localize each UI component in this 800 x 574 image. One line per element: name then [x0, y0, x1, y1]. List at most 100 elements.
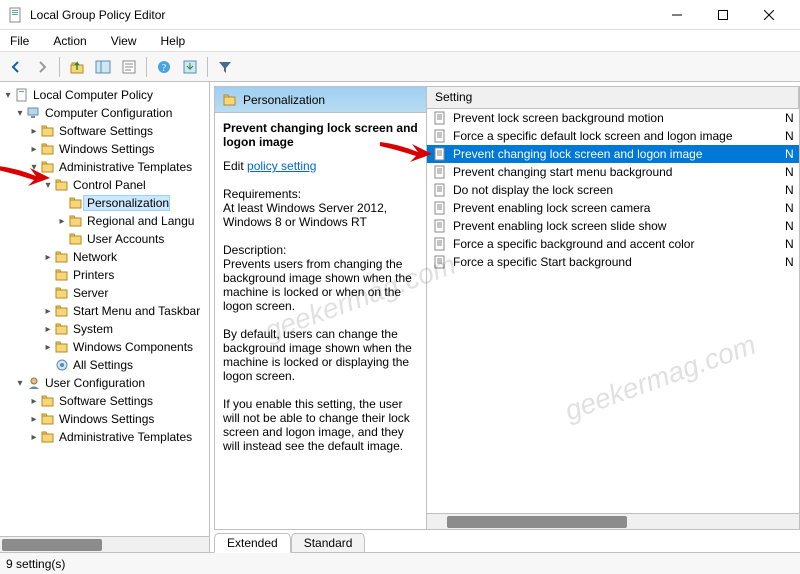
tab-standard[interactable]: Standard: [291, 533, 366, 553]
expand-icon[interactable]: ▸: [42, 252, 54, 263]
tree-label: Printers: [70, 268, 114, 282]
setting-row[interactable]: Force a specific default lock screen and…: [427, 127, 799, 145]
policy-item-icon: [431, 129, 449, 143]
setting-row[interactable]: Force a specific background and accent c…: [427, 235, 799, 253]
collapse-icon[interactable]: ▾: [42, 180, 54, 191]
properties-button[interactable]: [117, 55, 141, 79]
scrollbar-thumb[interactable]: [2, 539, 102, 551]
tree-start-menu[interactable]: ▸ Start Menu and Taskbar: [0, 302, 209, 320]
back-button[interactable]: [4, 55, 28, 79]
menu-file[interactable]: File: [6, 32, 33, 50]
setting-state: N: [785, 219, 795, 233]
svg-text:?: ?: [162, 63, 167, 74]
tree-label: Personalization: [84, 196, 169, 210]
tree-root[interactable]: ▾ Local Computer Policy: [0, 86, 209, 104]
tree-label: Windows Settings: [56, 142, 154, 156]
tree-label: Network: [70, 250, 117, 264]
policy-item-icon: [431, 183, 449, 197]
settings-header: Setting: [427, 87, 799, 109]
tree-panel: ▾ Local Computer Policy ▾ Computer Confi…: [0, 82, 210, 552]
tree-windows-components[interactable]: ▸ Windows Components: [0, 338, 209, 356]
policy-icon: [14, 88, 30, 102]
tree-uc-admin[interactable]: ▸ Administrative Templates: [0, 428, 209, 446]
expand-icon[interactable]: ▸: [28, 414, 40, 425]
setting-row[interactable]: Prevent enabling lock screen cameraN: [427, 199, 799, 217]
menu-help[interactable]: Help: [157, 32, 190, 50]
tree-all-settings[interactable]: All Settings: [0, 356, 209, 374]
tree-uc-software[interactable]: ▸ Software Settings: [0, 392, 209, 410]
setting-row[interactable]: Do not display the lock screenN: [427, 181, 799, 199]
scrollbar-thumb[interactable]: [447, 516, 627, 528]
setting-state: N: [785, 237, 795, 251]
expand-icon[interactable]: ▸: [42, 324, 54, 335]
expand-icon[interactable]: ▸: [28, 432, 40, 443]
setting-label: Force a specific default lock screen and…: [449, 129, 785, 143]
forward-button[interactable]: [30, 55, 54, 79]
tree-software-settings[interactable]: ▸ Software Settings: [0, 122, 209, 140]
settings-hscrollbar[interactable]: [427, 513, 799, 529]
settings-list[interactable]: Prevent lock screen background motionN Fo…: [427, 109, 799, 513]
setting-row[interactable]: Force a specific Start backgroundN: [427, 253, 799, 271]
expand-icon[interactable]: ▸: [42, 306, 54, 317]
tree-label: Regional and Langu: [84, 214, 194, 228]
tree-hscrollbar[interactable]: [0, 536, 209, 552]
tree-uc-windows[interactable]: ▸ Windows Settings: [0, 410, 209, 428]
menu-view[interactable]: View: [107, 32, 141, 50]
folder-icon: [40, 160, 56, 174]
expand-icon[interactable]: ▸: [28, 126, 40, 137]
tree-admin-templates[interactable]: ▾ Administrative Templates: [0, 158, 209, 176]
policy-item-icon: [431, 219, 449, 233]
setting-row[interactable]: Prevent changing start menu backgroundN: [427, 163, 799, 181]
tree-network[interactable]: ▸ Network: [0, 248, 209, 266]
tree-label: Software Settings: [56, 394, 153, 408]
folder-icon: [68, 232, 84, 246]
show-hide-tree-button[interactable]: [91, 55, 115, 79]
close-button[interactable]: [746, 0, 792, 30]
folder-icon: [54, 250, 70, 264]
tree-computer-config[interactable]: ▾ Computer Configuration: [0, 104, 209, 122]
tree-printers[interactable]: Printers: [0, 266, 209, 284]
tree-label: Server: [70, 286, 108, 300]
column-setting[interactable]: Setting: [427, 87, 799, 108]
policy-item-icon: [431, 165, 449, 179]
help-button[interactable]: ?: [152, 55, 176, 79]
setting-row[interactable]: Prevent enabling lock screen slide showN: [427, 217, 799, 235]
tree-system[interactable]: ▸ System: [0, 320, 209, 338]
tree-user-accounts[interactable]: User Accounts: [0, 230, 209, 248]
app-icon: [8, 7, 24, 23]
collapse-icon[interactable]: ▾: [14, 108, 26, 119]
collapse-icon[interactable]: ▾: [28, 162, 40, 173]
settings-icon: [54, 358, 70, 372]
policy-tree[interactable]: ▾ Local Computer Policy ▾ Computer Confi…: [0, 82, 209, 536]
export-button[interactable]: [178, 55, 202, 79]
expand-icon[interactable]: ▸: [28, 144, 40, 155]
tree-regional[interactable]: ▸ Regional and Langu: [0, 212, 209, 230]
tree-control-panel[interactable]: ▾ Control Panel: [0, 176, 209, 194]
description-title: Personalization: [243, 93, 325, 107]
expand-icon[interactable]: ▸: [28, 396, 40, 407]
tree-user-config[interactable]: ▾ User Configuration: [0, 374, 209, 392]
collapse-icon[interactable]: ▾: [14, 378, 26, 389]
setting-row[interactable]: Prevent lock screen background motionN: [427, 109, 799, 127]
expand-icon[interactable]: ▸: [42, 342, 54, 353]
policy-title: Prevent changing lock screen and logon i…: [223, 121, 418, 149]
collapse-icon[interactable]: ▾: [2, 90, 14, 101]
tree-windows-settings[interactable]: ▸ Windows Settings: [0, 140, 209, 158]
filter-button[interactable]: [213, 55, 237, 79]
folder-icon: [54, 340, 70, 354]
menu-action[interactable]: Action: [49, 32, 90, 50]
tree-server[interactable]: Server: [0, 284, 209, 302]
setting-row[interactable]: Prevent changing lock screen and logon i…: [427, 145, 799, 163]
status-text: 9 setting(s): [6, 557, 65, 571]
edit-policy-link[interactable]: policy setting: [247, 159, 316, 173]
maximize-button[interactable]: [700, 0, 746, 30]
setting-label: Force a specific background and accent c…: [449, 237, 785, 251]
tab-extended[interactable]: Extended: [214, 533, 291, 553]
expand-icon[interactable]: ▸: [56, 216, 68, 227]
up-level-button[interactable]: [65, 55, 89, 79]
tree-personalization[interactable]: Personalization: [0, 194, 209, 212]
minimize-button[interactable]: [654, 0, 700, 30]
tree-label: Administrative Templates: [56, 430, 192, 444]
policy-item-icon: [431, 255, 449, 269]
right-panel: Personalization Prevent changing lock sc…: [210, 82, 800, 552]
